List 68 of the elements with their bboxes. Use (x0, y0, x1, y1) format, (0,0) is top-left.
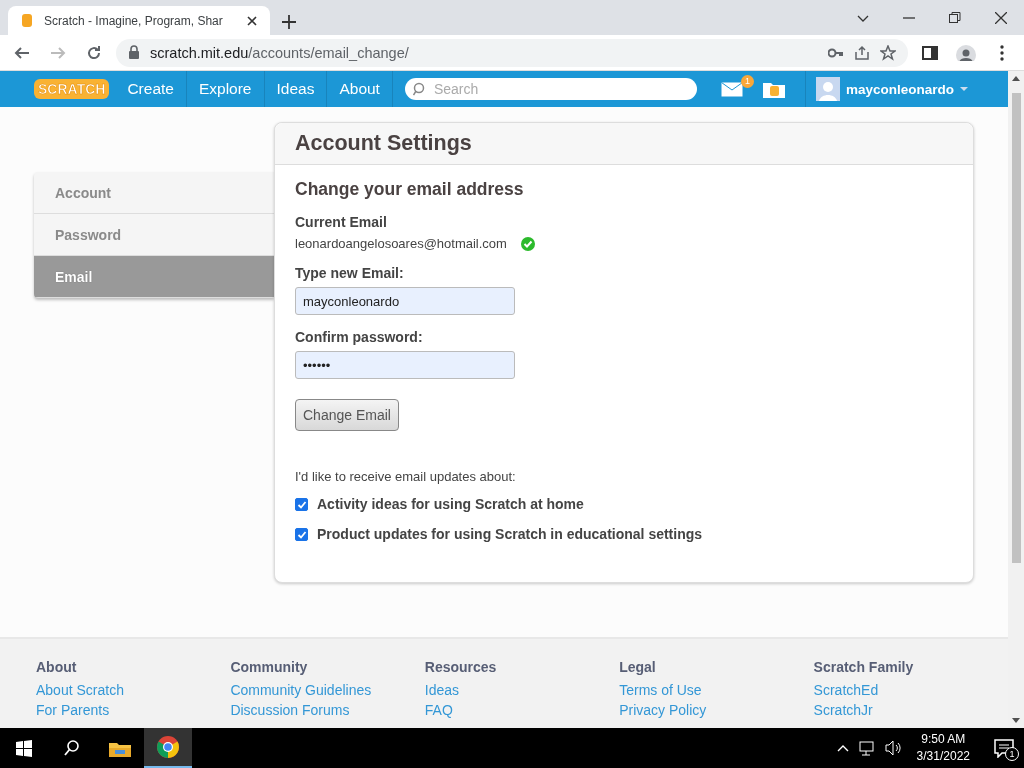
footer-heading: Community (230, 659, 309, 675)
close-icon[interactable] (995, 11, 1007, 24)
address-bar[interactable]: scratch.mit.edu/accounts/email_change/ (116, 38, 908, 67)
speaker-icon[interactable] (884, 740, 901, 756)
current-email: leonardoangelosoares@hotmail.com (295, 236, 507, 251)
chrome-icon[interactable] (157, 736, 179, 758)
footer-link[interactable]: ScratchEd (813, 682, 1008, 698)
footer-link[interactable]: For Parents (36, 702, 231, 718)
field-label: Type new Email: (295, 265, 404, 281)
clock-time: 9:50 AM (920, 731, 967, 748)
footer-link[interactable]: Discussion Forums (230, 702, 425, 718)
reload-icon[interactable] (86, 44, 102, 61)
search-field[interactable]: Search (431, 80, 636, 98)
avatar-icon (815, 77, 840, 101)
chevron-up-icon[interactable] (836, 743, 849, 753)
profile-icon[interactable] (956, 44, 976, 61)
notification-count: 1 (1005, 746, 1019, 761)
field-label: Confirm password: (295, 329, 423, 345)
footer-heading: Legal (619, 659, 657, 675)
clock-date: 3/31/2022 (916, 748, 970, 765)
search-icon (412, 82, 426, 96)
footer-heading: Scratch Family (813, 659, 915, 675)
footer-heading: About (36, 659, 78, 675)
footer-link[interactable]: Community Guidelines (230, 682, 425, 698)
restore-icon[interactable] (949, 12, 961, 23)
tab-title: Scratch - Imagine, Program, Shar (44, 13, 224, 28)
change-email-button[interactable]: Change Email (295, 399, 399, 431)
footer-heading: Resources (424, 659, 498, 675)
windows-start-icon[interactable] (16, 739, 32, 757)
checkmark-icon (296, 499, 307, 509)
scroll-down-icon[interactable] (1012, 718, 1020, 723)
back-icon[interactable] (14, 44, 30, 61)
footer-link[interactable]: Terms of Use (619, 682, 814, 698)
browser-tab[interactable]: Scratch - Imagine, Program, Shar (8, 6, 270, 35)
field-label: Current Email (295, 214, 387, 230)
new-tab-icon[interactable] (282, 15, 296, 29)
sidebar-item[interactable]: Email (34, 256, 274, 298)
close-icon[interactable] (246, 14, 258, 27)
input-field[interactable]: •••••• (295, 351, 515, 379)
message-count: 1 (740, 75, 754, 88)
search-field[interactable]: Search (404, 78, 697, 100)
checkbox-label[interactable]: Product updates for using Scratch in educational settings (317, 526, 703, 542)
checkbox[interactable] (295, 527, 308, 541)
lock-icon (128, 45, 140, 60)
side-panel-icon[interactable] (922, 44, 938, 61)
section-heading: Change your email address (295, 179, 524, 200)
menu-icon[interactable] (1000, 44, 1004, 61)
footer-link[interactable]: Privacy Policy (619, 702, 814, 718)
footer-link[interactable]: FAQ (424, 702, 620, 718)
notification-icon[interactable] (994, 738, 1014, 758)
card-title: Account Settings (275, 123, 973, 165)
updates-intro: I'd like to receive email updates about: (295, 469, 516, 484)
star-icon[interactable] (880, 44, 896, 61)
scroll-up-icon[interactable] (1012, 76, 1020, 81)
footer-link[interactable]: Ideas (424, 682, 620, 698)
search-icon[interactable] (64, 740, 80, 756)
scrollbar-thumb[interactable] (1011, 93, 1021, 563)
network-icon[interactable] (858, 740, 875, 756)
share-icon[interactable] (854, 44, 870, 61)
footer-link[interactable]: ScratchJr (813, 702, 1008, 718)
envelope-icon[interactable] (720, 81, 743, 97)
checkbox[interactable] (295, 497, 308, 511)
caret-icon (959, 87, 968, 91)
footer-link[interactable]: About Scratch (36, 682, 231, 698)
checkmark-icon (296, 529, 307, 539)
favicon-icon (20, 13, 34, 28)
checkbox-label[interactable]: Activity ideas for using Scratch at home (317, 496, 584, 512)
input-field[interactable]: mayconleonardo (295, 287, 515, 315)
